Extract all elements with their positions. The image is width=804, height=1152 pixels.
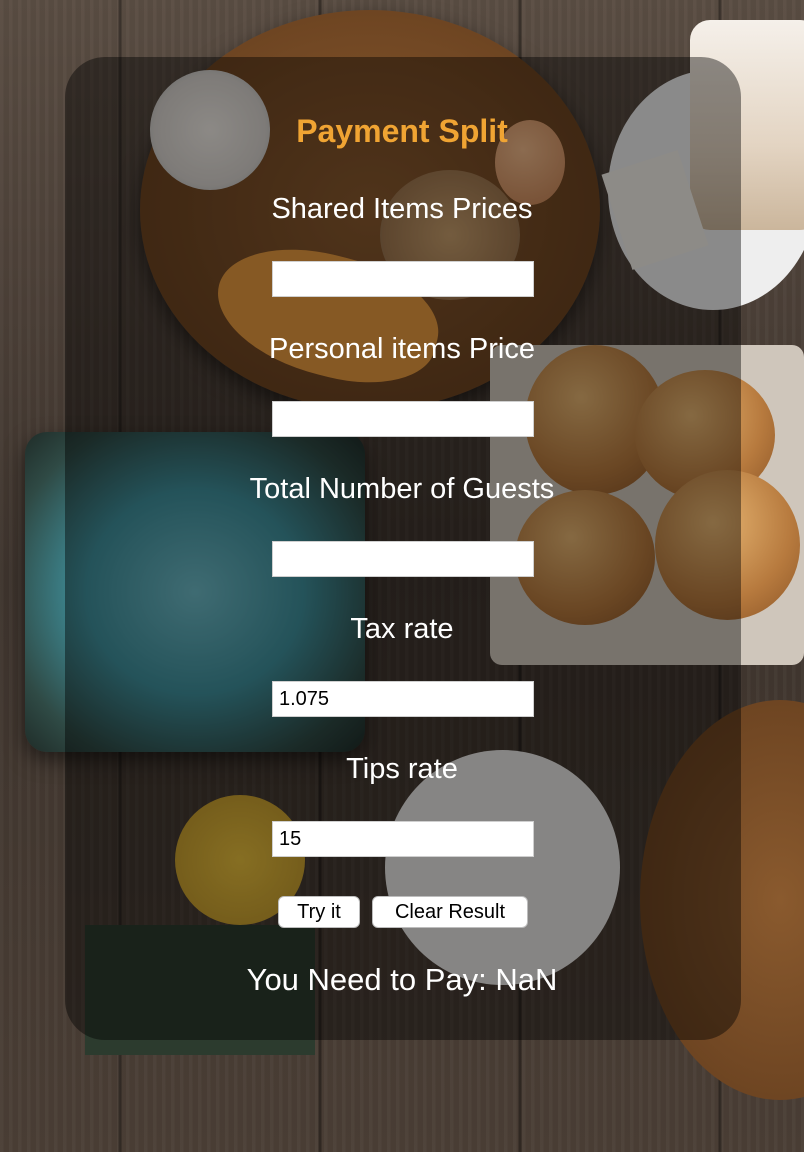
tax-rate-label: Tax rate — [350, 613, 454, 645]
tips-rate-input[interactable] — [272, 821, 534, 857]
tips-rate-label: Tips rate — [346, 753, 458, 785]
guests-label: Total Number of Guests — [249, 473, 555, 505]
shared-items-label: Shared Items Prices — [271, 193, 533, 225]
result-text: You Need to Pay: NaN — [246, 962, 558, 997]
personal-items-label: Personal items Price — [269, 333, 535, 365]
clear-result-button[interactable]: Clear Result — [372, 896, 528, 928]
tax-rate-input[interactable] — [272, 681, 534, 717]
shared-items-input[interactable] — [272, 261, 534, 297]
personal-items-input[interactable] — [272, 401, 534, 437]
guests-input[interactable] — [272, 541, 534, 577]
try-it-button[interactable]: Try it — [278, 896, 360, 928]
page-title: Payment Split — [296, 113, 508, 149]
